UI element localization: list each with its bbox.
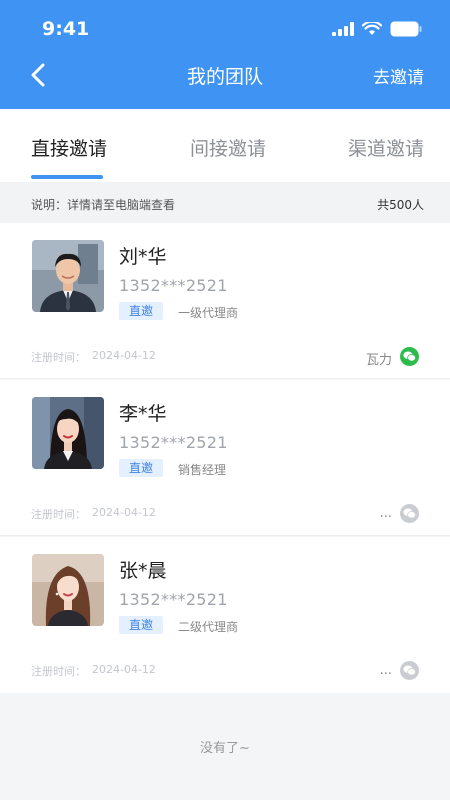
source-name: ... (379, 663, 392, 678)
notice-bar: 说明：详情请至电脑端查看 共500人 (0, 182, 450, 223)
register-time: 2024-04-12 (92, 663, 156, 676)
invite-button[interactable]: 去邀请 (373, 63, 424, 88)
member-count: 共500人 (377, 198, 424, 212)
member-phone: 1352***2521 (119, 276, 228, 295)
wechat-icon[interactable] (400, 347, 419, 366)
tab-bar: 直接邀请 间接邀请 渠道邀请 (0, 109, 450, 182)
member-name: 李*华 (119, 403, 167, 425)
status-icons (332, 20, 422, 38)
tab-channel-invite[interactable]: 渠道邀请 (348, 134, 424, 161)
battery-icon (390, 21, 422, 37)
source-name: 瓦力 (365, 353, 392, 368)
source-name: ... (379, 506, 392, 521)
status-bar: 9:41 (0, 0, 450, 56)
wifi-icon (362, 22, 382, 35)
end-of-list-text: 没有了~ (200, 741, 250, 756)
member-role: 销售经理 (178, 463, 227, 477)
invite-type-tag: 直邀 (119, 302, 164, 320)
member-name: 张*晨 (119, 560, 167, 582)
member-phone: 1352***2521 (119, 433, 228, 452)
register-time-label: 注册时间： (31, 508, 86, 521)
member-card[interactable]: 刘*华 1352***2521 直邀 一级代理商 注册时间： 2024-04-1… (0, 223, 450, 379)
avatar (32, 397, 104, 469)
notice-text: 说明：详情请至电脑端查看 (31, 198, 176, 212)
member-phone: 1352***2521 (119, 590, 228, 609)
app-header: 9:41 我的团队 去邀请 (0, 0, 450, 109)
register-time-label: 注册时间： (31, 665, 86, 678)
register-time: 2024-04-12 (92, 506, 156, 519)
signal-icon (332, 22, 354, 36)
active-tab-indicator (31, 175, 103, 179)
nav-bar: 我的团队 去邀请 (0, 56, 450, 96)
member-role: 二级代理商 (178, 620, 239, 634)
invite-type-tag: 直邀 (119, 616, 164, 634)
wechat-icon[interactable] (400, 661, 419, 680)
register-time-label: 注册时间： (31, 351, 86, 364)
avatar (32, 554, 104, 626)
wechat-icon[interactable] (400, 504, 419, 523)
member-role: 一级代理商 (178, 306, 239, 320)
member-card[interactable]: 张*晨 1352***2521 直邀 二级代理商 注册时间： 2024-04-1… (0, 537, 450, 693)
divider (0, 535, 450, 536)
avatar (32, 240, 104, 312)
member-name: 刘*华 (119, 246, 167, 268)
tab-indirect-invite[interactable]: 间接邀请 (190, 134, 266, 161)
divider (0, 378, 450, 379)
member-card[interactable]: 李*华 1352***2521 直邀 销售经理 注册时间： 2024-04-12… (0, 380, 450, 536)
status-time: 9:41 (42, 18, 90, 40)
tab-direct-invite[interactable]: 直接邀请 (31, 134, 107, 161)
register-time: 2024-04-12 (92, 349, 156, 362)
invite-type-tag: 直邀 (119, 459, 164, 477)
